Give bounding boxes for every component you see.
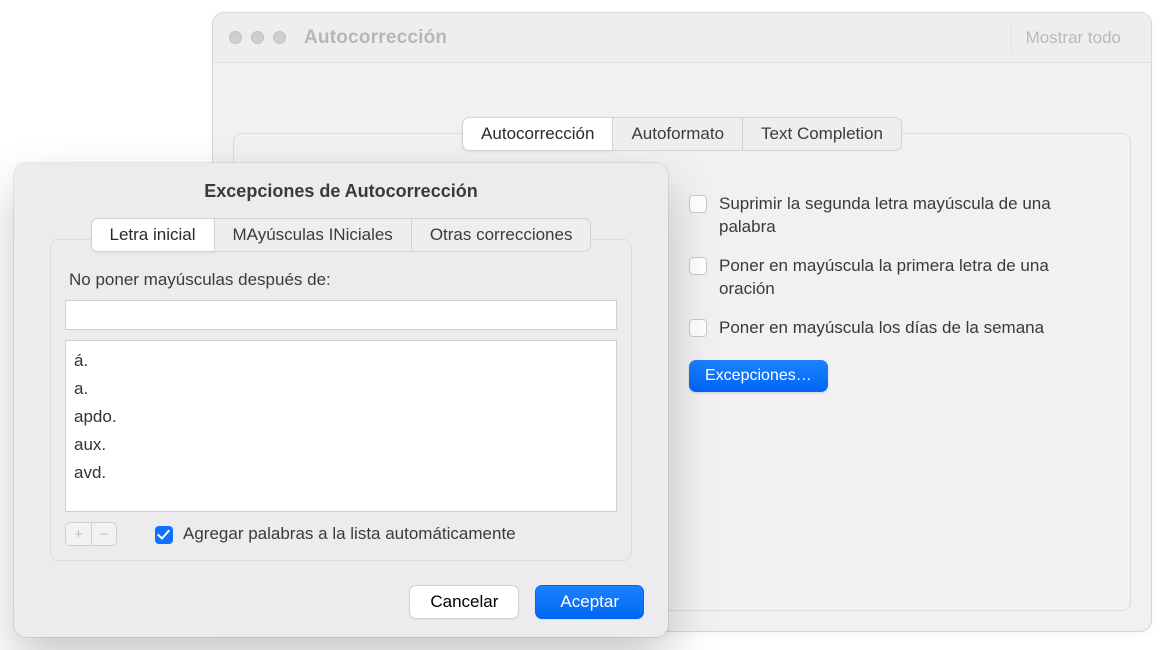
add-remove-group: + − [65,522,117,546]
sheet-buttons: Cancelar Aceptar [409,585,644,619]
tab-autocorreccion[interactable]: Autocorrección [462,117,613,151]
ok-button[interactable]: Aceptar [535,585,644,619]
option-suppress-second-cap: Suprimir la segunda letra mayúscula de u… [689,193,1115,239]
checkbox-auto-add[interactable] [155,526,173,544]
option-capitalize-sentence: Poner en mayúscula la primera letra de u… [689,255,1115,301]
prefs-tabs: Autocorrección Autoformato Text Completi… [462,117,902,151]
cancel-button[interactable]: Cancelar [409,585,519,619]
exceptions-button[interactable]: Excepciones… [689,360,828,392]
remove-button[interactable]: − [91,522,117,546]
auto-add-label: Agregar palabras a la lista automáticame… [183,524,516,544]
zoom-icon[interactable] [273,31,286,44]
exceptions-list[interactable]: á. a. apdo. aux. avd. [65,340,617,512]
autocorrect-options: Suprimir la segunda letra mayúscula de u… [689,193,1115,392]
checkbox-capitalize-sentence[interactable] [689,257,707,275]
exception-input[interactable] [65,300,617,330]
checkbox-capitalize-days[interactable] [689,319,707,337]
list-item[interactable]: apdo. [74,403,608,431]
field-label: No poner mayúsculas después de: [69,270,617,290]
titlebar: Autocorrección Mostrar todo [213,13,1151,63]
tab-text-completion[interactable]: Text Completion [742,117,902,151]
tab-mayusculas-iniciales[interactable]: MAyúsculas INiciales [214,218,412,252]
window-title: Autocorrección [304,27,447,49]
show-all-button[interactable]: Mostrar todo [1011,22,1135,54]
minimize-icon[interactable] [251,31,264,44]
list-item[interactable]: aux. [74,431,608,459]
traffic-lights [229,31,286,44]
exceptions-tabs: Letra inicial MAyúsculas INiciales Otras… [14,218,668,252]
tab-otras-correcciones[interactable]: Otras correcciones [411,218,592,252]
option-capitalize-days: Poner en mayúscula los días de la semana [689,317,1115,340]
exceptions-list-scroll[interactable]: á. a. apdo. aux. avd. [66,341,616,511]
option-label: Poner en mayúscula la primera letra de u… [719,255,1099,301]
list-controls-row: + − Agregar palabras a la lista automáti… [65,522,617,546]
checkbox-suppress-second-cap[interactable] [689,195,707,213]
exceptions-panel: No poner mayúsculas después de: á. a. ap… [50,239,632,561]
sheet-title: Excepciones de Autocorrección [14,163,668,218]
tab-autoformato[interactable]: Autoformato [612,117,743,151]
close-icon[interactable] [229,31,242,44]
plus-icon: + [74,526,83,543]
list-item[interactable]: á. [74,347,608,375]
exceptions-sheet: Excepciones de Autocorrección Letra inic… [14,163,668,637]
add-button[interactable]: + [65,522,91,546]
tab-letra-inicial[interactable]: Letra inicial [91,218,215,252]
option-label: Suprimir la segunda letra mayúscula de u… [719,193,1099,239]
panel-inner: No poner mayúsculas después de: á. a. ap… [65,270,617,546]
option-label: Poner en mayúscula los días de la semana [719,317,1044,340]
list-item[interactable]: avd. [74,459,608,487]
list-item[interactable]: a. [74,375,608,403]
auto-add-option: Agregar palabras a la lista automáticame… [155,524,516,544]
minus-icon: − [100,526,109,543]
